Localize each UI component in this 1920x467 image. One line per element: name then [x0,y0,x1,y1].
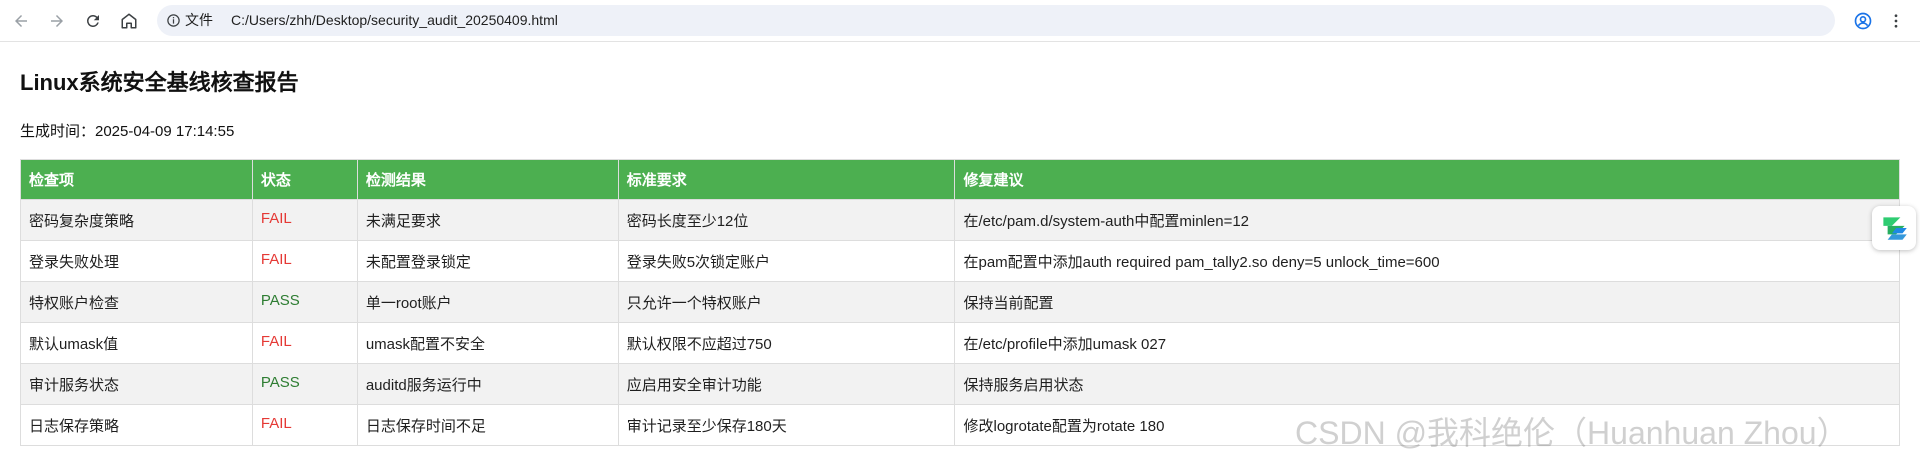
check-item-cell: 审计服务状态 [20,363,253,405]
more-menu-button[interactable] [1881,6,1911,36]
result-cell: 未满足要求 [356,199,619,241]
header-requirement: 标准要求 [617,159,956,200]
address-bar[interactable]: 文件 C:/Users/zhh/Desktop/security_audit_2… [157,5,1835,36]
status-badge: PASS [260,373,300,391]
table-header-row: 检查项 状态 检测结果 标准要求 修复建议 [20,159,1900,200]
status-badge: FAIL [260,209,292,227]
status-cell: PASS [251,363,358,405]
check-item-cell: 日志保存策略 [20,404,253,446]
status-cell: FAIL [251,322,358,364]
back-icon [15,15,27,27]
requirement-cell: 登录失败5次锁定账户 [617,240,956,282]
url-text[interactable]: C:/Users/zhh/Desktop/security_audit_2025… [231,12,558,29]
result-cell: 单一root账户 [356,281,619,323]
floating-extension-button[interactable] [1872,206,1916,250]
header-status: 状态 [251,159,358,200]
remediation-cell: 在pam配置中添加auth required pam_tally2.so den… [954,240,1900,282]
home-button[interactable] [114,6,144,36]
profile-button[interactable] [1848,6,1878,36]
table-row: 特权账户检查 PASS 单一root账户 只允许一个特权账户 保持当前配置 [20,281,1900,323]
table-row: 审计服务状态 PASS auditd服务运行中 应启用安全审计功能 保持服务启用… [20,363,1900,405]
check-item-cell: 特权账户检查 [20,281,253,323]
browser-toolbar: 文件 C:/Users/zhh/Desktop/security_audit_2… [0,0,1920,42]
check-item-cell: 密码复杂度策略 [20,199,253,241]
result-cell: auditd服务运行中 [356,363,619,405]
info-icon[interactable] [166,13,181,28]
requirement-cell: 密码长度至少12位 [617,199,956,241]
status-badge: FAIL [260,332,292,350]
status-cell: FAIL [251,199,358,241]
result-cell: 未配置登录锁定 [356,240,619,282]
result-cell: umask配置不安全 [356,322,619,364]
check-item-cell: 默认umask值 [20,322,253,364]
requirement-cell: 应启用安全审计功能 [617,363,956,405]
layers-logo-icon [1883,217,1907,240]
remediation-cell: 保持服务启用状态 [954,363,1900,405]
table-row: 登录失败处理 FAIL 未配置登录锁定 登录失败5次锁定账户 在pam配置中添加… [20,240,1900,282]
result-cell: 日志保存时间不足 [356,404,619,446]
reload-button[interactable] [78,6,108,36]
status-cell: PASS [251,281,358,323]
profile-icon [1854,12,1872,30]
header-remediation: 修复建议 [954,159,1900,200]
back-button[interactable] [6,6,36,36]
status-badge: PASS [260,291,300,309]
table-row: 密码复杂度策略 FAIL 未满足要求 密码长度至少12位 在/etc/pam.d… [20,199,1900,241]
status-badge: FAIL [260,414,292,432]
generated-timestamp: 生成时间：2025-04-09 17:14:55 [20,123,235,140]
page-title: Linux系统安全基线核查报告 [20,70,299,95]
audit-table: 检查项 状态 检测结果 标准要求 修复建议 密码复杂度策略 FAIL 未满足要求… [20,159,1900,446]
forward-button[interactable] [42,6,72,36]
status-cell: FAIL [251,240,358,282]
check-item-cell: 登录失败处理 [20,240,253,282]
reload-icon [86,14,99,27]
csdn-watermark: CSDN @我科绝伦（Huanhuan Zhou） [1295,415,1849,451]
status-cell: FAIL [251,404,358,446]
remediation-cell: 在/etc/profile中添加umask 027 [954,322,1900,364]
status-badge: FAIL [260,250,292,268]
remediation-cell: 在/etc/pam.d/system-auth中配置minlen=12 [954,199,1900,241]
more-menu-icon [1894,14,1898,28]
header-result: 检测结果 [356,159,619,200]
requirement-cell: 审计记录至少保存180天 [617,404,956,446]
requirement-cell: 默认权限不应超过750 [617,322,956,364]
file-scheme-label: 文件 [185,12,213,28]
home-icon [121,13,137,29]
header-check-item: 检查项 [20,159,253,200]
table-row: 默认umask值 FAIL umask配置不安全 默认权限不应超过750 在/e… [20,322,1900,364]
remediation-cell: 保持当前配置 [954,281,1900,323]
forward-icon [51,15,63,27]
requirement-cell: 只允许一个特权账户 [617,281,956,323]
